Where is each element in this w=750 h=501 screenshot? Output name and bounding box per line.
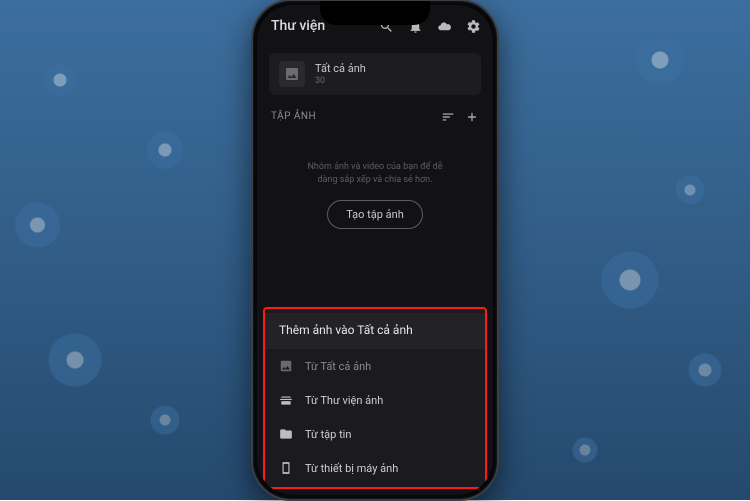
album-count: 30 (315, 76, 366, 86)
image-icon (279, 61, 305, 87)
sheet-title: Thêm ảnh vào Tất cả ảnh (265, 313, 485, 349)
sort-icon[interactable] (441, 109, 455, 123)
section-label: TẬP ẢNH (271, 111, 431, 122)
all-photos-card[interactable]: Tất cả ảnh 30 (269, 53, 481, 95)
sheet-item-from-files[interactable]: Từ tập tin (265, 417, 485, 451)
sheet-item-from-all-photos[interactable]: Từ Tất cả ảnh (265, 349, 485, 383)
gallery-stack-icon (279, 393, 293, 407)
folder-icon (279, 427, 293, 441)
app-screen: Thư viện Tất cả ảnh (257, 5, 493, 495)
camera-device-icon (279, 461, 293, 475)
albums-section-header: TẬP ẢNH (257, 95, 493, 127)
album-name: Tất cả ảnh (315, 62, 366, 75)
add-photos-sheet: Thêm ảnh vào Tất cả ảnh Từ Tất cả ảnh Từ… (263, 307, 487, 489)
cloud-sync-icon[interactable] (437, 19, 452, 34)
phone-frame: Thư viện Tất cả ảnh (251, 0, 499, 501)
gear-icon[interactable] (466, 19, 481, 34)
empty-state: Nhóm ảnh và video của bạn để dễ dàng sắp… (257, 127, 493, 241)
image-icon (279, 359, 293, 373)
empty-message: Nhóm ảnh và video của bạn để dễ dàng sắp… (281, 161, 469, 186)
create-album-button[interactable]: Tạo tập ảnh (327, 200, 423, 229)
album-info: Tất cả ảnh 30 (315, 62, 366, 86)
sheet-item-from-camera-device[interactable]: Từ thiết bị máy ảnh (265, 451, 485, 485)
sheet-item-label: Từ Tất cả ảnh (305, 360, 371, 373)
sheet-item-label: Từ tập tin (305, 428, 351, 441)
phone-notch (320, 1, 430, 25)
sheet-item-label: Từ Thư viện ảnh (305, 394, 383, 407)
sheet-item-from-gallery[interactable]: Từ Thư viện ảnh (265, 383, 485, 417)
sheet-item-label: Từ thiết bị máy ảnh (305, 462, 398, 475)
plus-icon[interactable] (465, 109, 479, 123)
